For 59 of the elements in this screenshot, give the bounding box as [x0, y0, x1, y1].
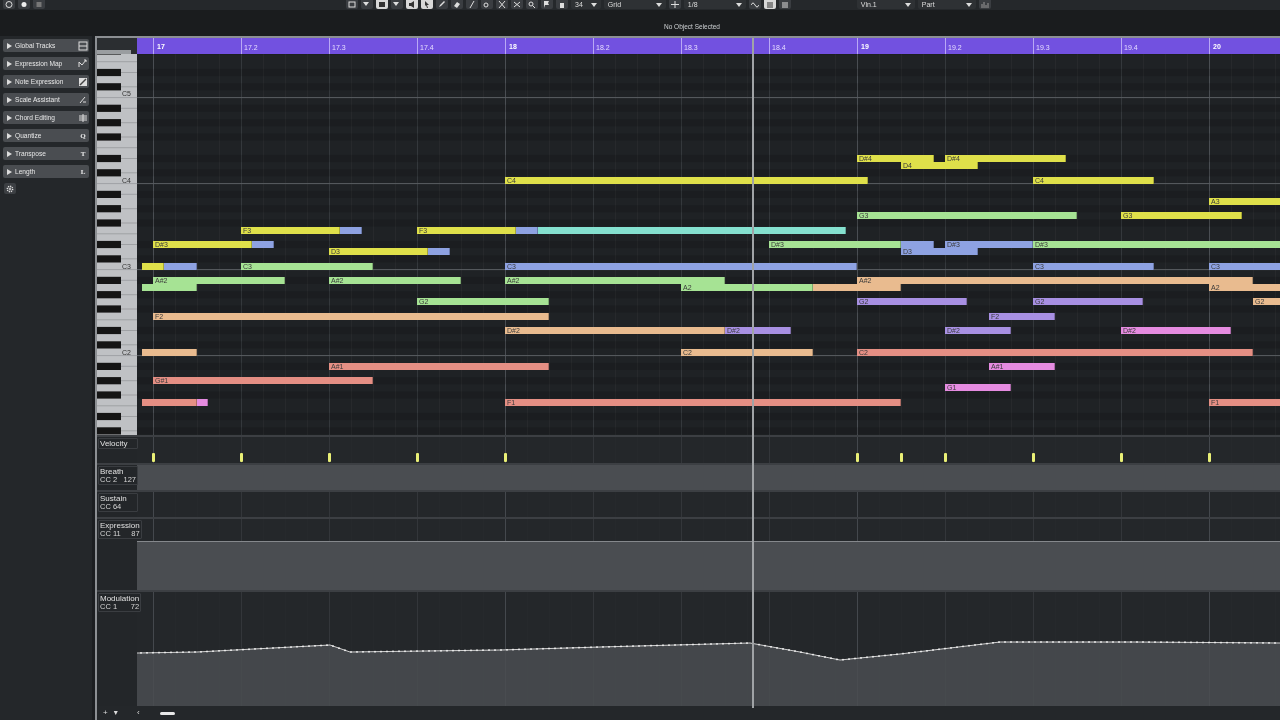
diagonal-square-icon [78, 76, 88, 87]
caret-icon[interactable] [391, 0, 403, 9]
pencil-icon[interactable] [436, 0, 448, 9]
velocity-marker[interactable] [328, 453, 331, 462]
lane-header[interactable]: Velocity [98, 438, 138, 449]
caret-icon[interactable] [361, 0, 373, 9]
velocity-marker[interactable] [416, 453, 419, 462]
piano-keyboard[interactable] [97, 54, 137, 435]
lane-button[interactable]: ▾ [113, 708, 118, 718]
wave-icon[interactable] [748, 0, 761, 9]
settings-button[interactable] [4, 183, 16, 194]
meter-icon[interactable] [978, 0, 991, 9]
map-icon [78, 58, 88, 69]
velocity-marker[interactable] [944, 453, 947, 462]
ruler-corner [97, 50, 131, 54]
panel-icon [78, 40, 88, 51]
lane-button[interactable]: + [103, 708, 108, 718]
speaker-icon[interactable] [406, 0, 418, 9]
velocity-marker[interactable] [900, 453, 903, 462]
velocity-marker[interactable] [1120, 453, 1123, 462]
flag-icon[interactable] [541, 0, 553, 9]
caret-icon [590, 2, 597, 7]
note-bar[interactable] [340, 226, 362, 234]
velocity-marker[interactable] [1208, 453, 1211, 462]
note-bar[interactable] [538, 226, 846, 234]
caret-icon [904, 2, 911, 7]
lane-name: Expression [100, 521, 140, 530]
caret-icon [735, 2, 742, 7]
search-icon[interactable] [526, 0, 538, 9]
note-bar[interactable] [516, 226, 538, 234]
velocity-marker[interactable] [856, 453, 859, 462]
note-bar[interactable] [164, 262, 197, 270]
note-bar[interactable] [142, 348, 197, 356]
keys-icon[interactable] [376, 0, 388, 9]
lane-name: Sustain [100, 494, 128, 503]
velocity-marker[interactable] [152, 453, 155, 462]
note-bar[interactable] [428, 248, 450, 256]
scrollbar-thumb[interactable] [159, 711, 175, 715]
split-icon[interactable] [668, 0, 681, 9]
velocity-marker[interactable] [504, 453, 507, 462]
lane-name: Breath [100, 467, 125, 476]
slash-icon [78, 94, 88, 105]
circle-icon[interactable] [3, 0, 15, 9]
grid-icon[interactable] [346, 0, 358, 9]
note-bar[interactable] [142, 398, 197, 406]
velocity-marker[interactable] [1032, 453, 1035, 462]
caret-icon [655, 2, 662, 7]
velocity-marker[interactable] [240, 453, 243, 462]
eraser-icon[interactable] [451, 0, 463, 9]
note-bar[interactable] [142, 262, 164, 270]
close-icon[interactable] [511, 0, 523, 9]
playhead-line[interactable] [752, 38, 755, 708]
scroll-left-button[interactable]: ‹ [137, 708, 140, 718]
dot-icon[interactable] [18, 0, 30, 9]
scissors-icon[interactable] [496, 0, 508, 9]
caret-icon [965, 2, 972, 7]
note-bar[interactable] [197, 398, 208, 406]
lane-name: Modulation [100, 594, 140, 603]
pointer-icon[interactable] [421, 0, 433, 9]
